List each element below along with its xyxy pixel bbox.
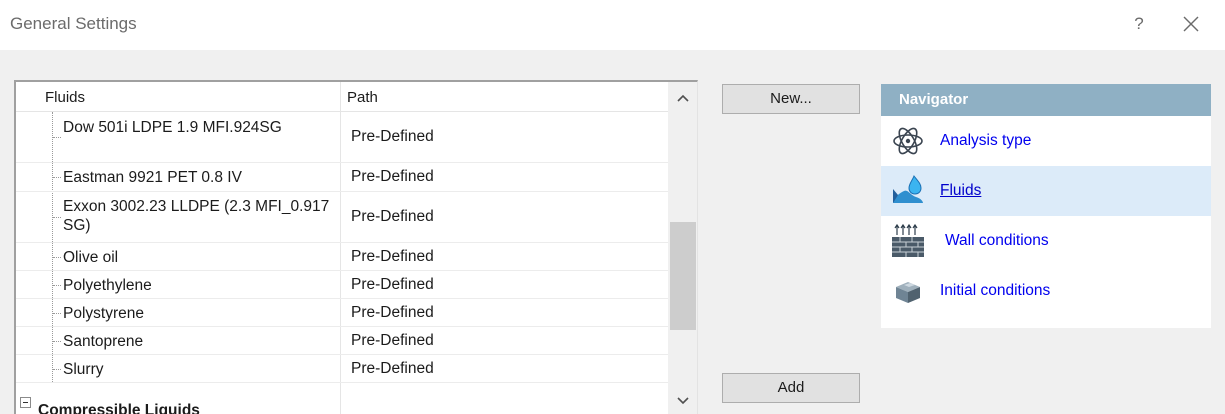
cube-icon <box>896 282 920 303</box>
tree-header: Fluids Path <box>16 82 668 112</box>
chevron-up-icon <box>677 94 689 102</box>
navigator-item-label: Analysis type <box>940 132 1032 149</box>
fluid-name: Polystyrene <box>63 305 144 322</box>
fluids-tree[interactable]: Fluids Path Dow 501i LDPE 1.9 MFI.924SG … <box>14 80 698 414</box>
close-button[interactable] <box>1176 12 1206 38</box>
new-button[interactable]: New... <box>722 84 860 114</box>
fluid-path: Pre-Defined <box>351 248 434 265</box>
dialog-body: Fluids Path Dow 501i LDPE 1.9 MFI.924SG … <box>0 50 1225 414</box>
fluid-path: Pre-Defined <box>351 276 434 293</box>
fluid-name: Eastman 9921 PET 0.8 IV <box>63 169 242 186</box>
list-item[interactable]: Slurry Pre-Defined <box>16 355 668 383</box>
dialog-title: General Settings <box>10 14 137 33</box>
scroll-down-button[interactable] <box>668 386 697 414</box>
close-icon <box>1183 16 1199 32</box>
tree-group-node[interactable]: Compressible Liquids <box>16 383 668 414</box>
navigator-title: Navigator <box>881 84 1211 116</box>
navigator-item-label: Fluids <box>940 182 982 199</box>
column-header-fluids[interactable]: Fluids <box>45 82 85 112</box>
fluid-path: Pre-Defined <box>351 208 434 225</box>
fluid-name: Polyethylene <box>63 277 152 294</box>
navigator-item-analysis-type[interactable]: Analysis type <box>881 116 1211 166</box>
fluid-path: Pre-Defined <box>351 332 434 349</box>
vertical-scrollbar[interactable] <box>668 82 697 414</box>
fluid-path: Pre-Defined <box>351 304 434 321</box>
title-bar: General Settings ? <box>0 0 1225 50</box>
fluid-name: Exxon 3002.23 LLDPE (2.3 MFI_0.917 SG) <box>63 198 330 234</box>
list-item[interactable]: Santoprene Pre-Defined <box>16 327 668 355</box>
tree-branch <box>53 341 61 342</box>
navigator-item-initial-conditions[interactable]: Initial conditions <box>881 266 1211 316</box>
atom-icon <box>893 127 923 155</box>
fluid-name: Olive oil <box>63 249 119 266</box>
list-item[interactable]: Olive oil Pre-Defined <box>16 243 668 271</box>
fluid-name: Santoprene <box>63 333 144 350</box>
navigator-item-fluids[interactable]: Fluids <box>881 166 1211 216</box>
navigator-item-wall-conditions[interactable]: Wall conditions <box>881 216 1211 266</box>
tree-branch <box>53 137 61 138</box>
list-item[interactable]: Polyethylene Pre-Defined <box>16 271 668 299</box>
scroll-up-button[interactable] <box>668 84 697 112</box>
column-header-path[interactable]: Path <box>347 82 378 112</box>
tree-branch <box>53 313 61 314</box>
fluid-path: Pre-Defined <box>351 168 434 185</box>
tree-branch <box>53 257 61 258</box>
chevron-down-icon <box>677 397 689 405</box>
brick-wall-icon <box>892 223 924 257</box>
fluid-name: Slurry <box>63 361 104 378</box>
navigator-panel: Navigator Analysis type Fluids Wall cond… <box>881 84 1211 328</box>
help-button[interactable]: ? <box>1125 12 1153 38</box>
list-item[interactable]: Eastman 9921 PET 0.8 IV Pre-Defined <box>16 163 668 192</box>
navigator-item-label: Wall conditions <box>945 232 1049 249</box>
list-item[interactable]: Dow 501i LDPE 1.9 MFI.924SG Pre-Defined <box>16 112 668 163</box>
group-label: Compressible Liquids <box>38 402 200 414</box>
fluid-path: Pre-Defined <box>351 128 434 145</box>
tree-branch <box>53 217 61 218</box>
navigator-item-label: Initial conditions <box>940 282 1051 299</box>
tree-branch <box>53 177 61 178</box>
add-button[interactable]: Add <box>722 373 860 403</box>
fluid-drop-icon <box>893 175 923 203</box>
scroll-thumb[interactable] <box>670 222 696 330</box>
fluid-path: Pre-Defined <box>351 360 434 377</box>
tree-branch <box>53 285 61 286</box>
list-item[interactable]: Polystyrene Pre-Defined <box>16 299 668 327</box>
list-item[interactable]: Exxon 3002.23 LLDPE (2.3 MFI_0.917 SG) P… <box>16 192 668 243</box>
tree-branch <box>53 369 61 370</box>
collapse-toggle-icon[interactable] <box>20 397 31 408</box>
fluid-name: Dow 501i LDPE 1.9 MFI.924SG <box>63 119 282 136</box>
